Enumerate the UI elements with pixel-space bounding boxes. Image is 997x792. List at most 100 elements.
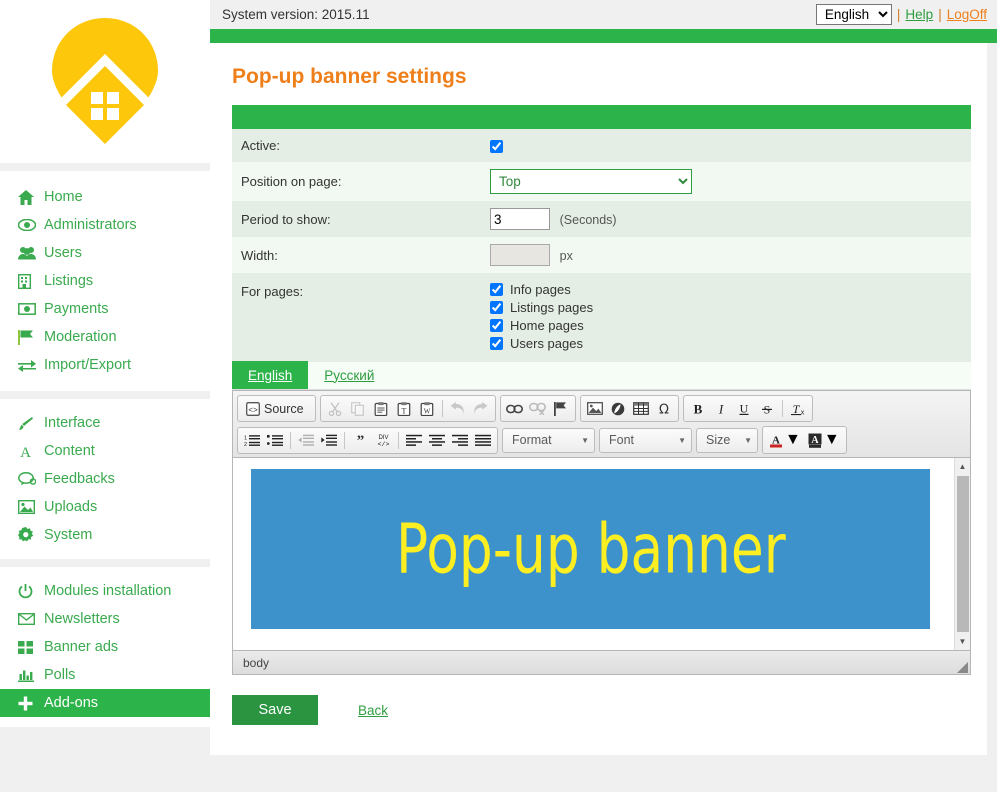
paste-button[interactable] (370, 398, 392, 419)
for-pages-item[interactable]: Users pages (490, 336, 971, 351)
sidebar-item-interface[interactable]: Interface (0, 409, 210, 437)
sidebar-item-administrators[interactable]: Administrators (0, 211, 210, 239)
outdent-icon (298, 434, 314, 446)
sidebar-item-feedbacks[interactable]: Feedbacks (0, 465, 210, 493)
remove-format-button[interactable]: T x (787, 398, 809, 419)
scrollbar-thumb[interactable] (956, 476, 969, 632)
editor-editable-body[interactable]: Pop-up banner (233, 458, 954, 650)
link-button[interactable] (504, 398, 526, 419)
italic-button[interactable]: I (710, 398, 732, 419)
tab-russian[interactable]: Русский (308, 361, 390, 389)
sidebar-item-payments[interactable]: Payments (0, 295, 210, 323)
home-pages-checkbox[interactable] (490, 319, 503, 332)
app-root: Home Administrators Users Listings Payme… (0, 0, 997, 792)
redo-button[interactable] (470, 398, 492, 419)
sidebar-item-home[interactable]: Home (0, 183, 210, 211)
sidebar-item-uploads[interactable]: Uploads (0, 493, 210, 521)
strike-button[interactable]: S (756, 398, 778, 419)
letter-a-icon: A (18, 444, 44, 459)
align-center-button[interactable] (426, 430, 448, 451)
scroll-up-arrow-icon[interactable]: ▲ (955, 458, 971, 475)
copy-button[interactable] (347, 398, 369, 419)
bold-button[interactable]: B (687, 398, 709, 419)
sidebar-item-listings[interactable]: Listings (0, 267, 210, 295)
for-pages-item-label: Info pages (510, 282, 571, 297)
justify-button[interactable] (472, 430, 494, 451)
for-pages-item[interactable]: Info pages (490, 282, 971, 297)
language-tabs: English Русский (232, 361, 971, 390)
table-button[interactable] (630, 398, 652, 419)
editor-element-path[interactable]: body (243, 656, 269, 670)
for-pages-item[interactable]: Listings pages (490, 300, 971, 315)
help-link[interactable]: Help (905, 7, 933, 22)
back-link[interactable]: Back (358, 703, 388, 718)
sidebar-item-system[interactable]: System (0, 521, 210, 549)
sidebar-item-moderation[interactable]: Moderation (0, 323, 210, 351)
background-color-button[interactable]: A ▼ (805, 429, 843, 451)
listings-pages-checkbox[interactable] (490, 301, 503, 314)
banner-image[interactable]: Pop-up banner (251, 469, 930, 629)
width-unit-label: px (559, 248, 573, 263)
scroll-down-arrow-icon[interactable]: ▼ (955, 633, 971, 650)
sidebar-item-polls[interactable]: Polls (0, 661, 210, 689)
svg-text:T: T (401, 406, 406, 415)
logoff-link[interactable]: LogOff (947, 7, 987, 22)
sidebar-item-modules-installation[interactable]: Modules installation (0, 577, 210, 605)
sidebar-item-add-ons[interactable]: Add-ons (0, 689, 228, 717)
sidebar-item-users[interactable]: Users (0, 239, 210, 267)
special-character-button[interactable]: Ω (653, 398, 675, 419)
editor-content-area[interactable]: Pop-up banner ▲ ▼ (233, 458, 970, 651)
sidebar-group-main: Home Administrators Users Listings Payme… (0, 171, 210, 391)
position-value-cell: Top Bottom Center (490, 162, 971, 201)
period-input[interactable] (490, 208, 550, 230)
numbered-list-button[interactable]: 1 2 (241, 430, 263, 451)
users-pages-checkbox[interactable] (490, 337, 503, 350)
bulleted-list-button[interactable] (264, 430, 286, 451)
paste-from-word-button[interactable]: W (416, 398, 438, 419)
source-button[interactable]: <> Source (241, 398, 312, 419)
save-button[interactable]: Save (232, 695, 318, 725)
strikethrough-icon: S (761, 402, 772, 416)
width-input[interactable] (490, 244, 550, 266)
underline-button[interactable]: U (733, 398, 755, 419)
unlink-button[interactable] (527, 398, 549, 419)
flash-button[interactable] (607, 398, 629, 419)
undo-button[interactable] (447, 398, 469, 419)
align-left-button[interactable] (403, 430, 425, 451)
sidebar-item-import-export[interactable]: Import/Export (0, 351, 210, 379)
language-select[interactable]: English Русский (815, 4, 892, 25)
sidebar-item-newsletters[interactable]: Newsletters (0, 605, 210, 633)
align-right-button[interactable] (449, 430, 471, 451)
sidebar-item-content[interactable]: A Content (0, 437, 210, 465)
outdent-button[interactable] (295, 430, 317, 451)
position-select[interactable]: Top Bottom Center (490, 169, 692, 194)
format-combo[interactable]: Format ▼ (502, 427, 595, 453)
active-checkbox[interactable] (490, 140, 503, 154)
create-div-button[interactable]: DIV </> (372, 430, 394, 451)
for-pages-item[interactable]: Home pages (490, 318, 971, 333)
anchor-button[interactable] (550, 398, 572, 419)
users-icon (18, 246, 44, 260)
editor-resize-handle[interactable] (957, 662, 968, 673)
image-button[interactable] (584, 398, 606, 419)
paste-as-text-button[interactable]: T (393, 398, 415, 419)
sidebar-item-label: Content (44, 443, 95, 459)
indent-button[interactable] (318, 430, 340, 451)
toolbar-separator (398, 431, 399, 449)
text-color-button[interactable]: A ▼ (766, 429, 804, 451)
image-icon (18, 500, 44, 514)
info-pages-checkbox[interactable] (490, 283, 503, 296)
cut-button[interactable] (324, 398, 346, 419)
editor-scrollbar[interactable]: ▲ ▼ (954, 458, 970, 650)
form-row-active: Active: (232, 129, 971, 162)
tab-english[interactable]: English (232, 361, 309, 389)
font-combo[interactable]: Font ▼ (599, 427, 692, 453)
sidebar-item-banner-ads[interactable]: Banner ads (0, 633, 210, 661)
svg-text:Ω: Ω (659, 402, 669, 416)
size-combo[interactable]: Size ▼ (696, 427, 758, 453)
period-label: Period to show: (232, 201, 490, 237)
sidebar-item-label: Polls (44, 667, 76, 683)
page-title: Pop-up banner settings (232, 65, 467, 88)
text-color-icon: A (770, 434, 782, 447)
blockquote-button[interactable]: ” (349, 430, 371, 451)
